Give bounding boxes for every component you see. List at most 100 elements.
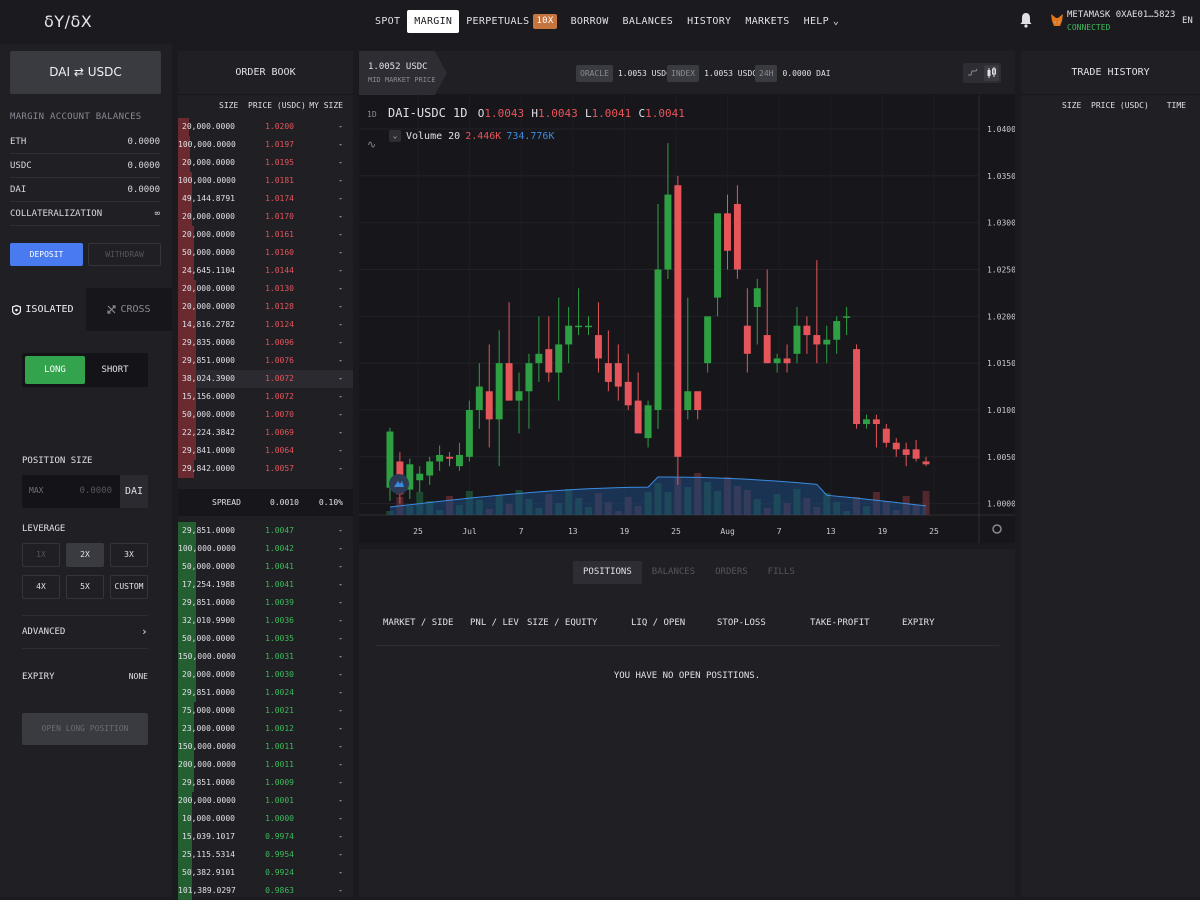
bid-row[interactable]: 15,039.1017 0.9974 - xyxy=(178,828,353,846)
indicator-icon[interactable]: ∿ xyxy=(367,138,376,151)
nav-borrow[interactable]: BORROW xyxy=(564,10,616,33)
order-price: 1.0070 xyxy=(265,410,294,419)
ask-row[interactable]: 38,024.3900 1.0072 - xyxy=(178,370,353,388)
nav-markets[interactable]: MARKETS xyxy=(738,10,796,33)
order-price: 1.0030 xyxy=(265,670,294,679)
leverage-4x-button[interactable]: 4X xyxy=(22,575,60,599)
order-size: 50,000.0000 xyxy=(182,634,235,643)
bid-row[interactable]: 150,000.0000 1.0011 - xyxy=(178,738,353,756)
bid-row[interactable]: 25,115.5314 0.9954 - xyxy=(178,846,353,864)
ask-row[interactable]: 20,000.0000 1.0195 - xyxy=(178,154,353,172)
bid-row[interactable]: 100,000.0000 1.0042 - xyxy=(178,540,353,558)
chevron-down-icon[interactable]: ⌄ xyxy=(389,130,401,142)
tab-isolated[interactable]: ISOLATED xyxy=(0,288,86,331)
leverage-2x-button[interactable]: 2X xyxy=(66,543,104,567)
bell-icon[interactable] xyxy=(1019,12,1033,28)
language-selector[interactable]: EN xyxy=(1182,16,1193,26)
nav-history[interactable]: HISTORY xyxy=(680,10,738,33)
ask-row[interactable]: 49,144.8791 1.0174 - xyxy=(178,190,353,208)
ask-row[interactable]: 29,841.0000 1.0064 - xyxy=(178,442,353,460)
tab-cross[interactable]: CROSS xyxy=(86,288,172,331)
bid-row[interactable]: 75,000.0000 1.0021 - xyxy=(178,702,353,720)
ask-row[interactable]: 24,645.1104 1.0144 - xyxy=(178,262,353,280)
bid-row[interactable]: 50,000.0000 1.0035 - xyxy=(178,630,353,648)
tab-orders[interactable]: ORDERS xyxy=(705,561,758,584)
bid-row[interactable]: 50,000.0000 1.0041 - xyxy=(178,558,353,576)
ask-row[interactable]: 29,842.0000 1.0057 - xyxy=(178,460,353,478)
withdraw-button[interactable]: WITHDRAW xyxy=(88,243,161,266)
bid-row[interactable]: 101,389.0297 0.9863 - xyxy=(178,882,353,900)
bid-row[interactable]: 29,851.0000 1.0024 - xyxy=(178,684,353,702)
line-chart-icon[interactable] xyxy=(967,67,979,79)
logo[interactable]: δY/δX xyxy=(44,12,92,31)
positions-tabs: POSITIONS BALANCES ORDERS FILLS xyxy=(573,561,805,584)
open-position-button[interactable]: OPEN LONG POSITION xyxy=(22,713,148,745)
my-size: - xyxy=(338,212,343,221)
ask-row[interactable]: 20,000.0000 1.0200 - xyxy=(178,118,353,136)
position-size-input[interactable]: MAX 0.0000 DAI xyxy=(22,475,148,508)
order-price: 1.0042 xyxy=(265,544,294,553)
order-size: 29,835.0000 xyxy=(182,338,235,347)
bid-row[interactable]: 29,851.0000 1.0009 - xyxy=(178,774,353,792)
tradingview-logo-icon[interactable] xyxy=(389,474,409,494)
order-price: 1.0011 xyxy=(265,742,294,751)
short-button[interactable]: SHORT xyxy=(85,356,145,384)
tab-fills[interactable]: FILLS xyxy=(758,561,805,584)
advanced-toggle[interactable]: ADVANCED xyxy=(22,627,65,637)
timeframe-label[interactable]: 1D xyxy=(367,110,377,119)
order-price: 1.0021 xyxy=(265,706,294,715)
ask-row[interactable]: 15,156.0000 1.0072 - xyxy=(178,388,353,406)
chevron-right-icon[interactable]: › xyxy=(141,625,148,638)
candles-icon[interactable] xyxy=(984,65,999,81)
price-chart[interactable]: 1.0400 1.0350 1.0300 1.0250 1.0200 1.0150 1.01… xyxy=(359,95,1015,543)
max-button[interactable]: MAX xyxy=(29,486,43,495)
nav-spot[interactable]: SPOT xyxy=(368,10,407,33)
ask-row[interactable]: 22,224.3842 1.0069 - xyxy=(178,424,353,442)
ask-row[interactable]: 100,000.0000 1.0181 - xyxy=(178,172,353,190)
bid-row[interactable]: 20,000.0000 1.0030 - xyxy=(178,666,353,684)
candle-body xyxy=(733,203,741,270)
bid-row[interactable]: 10,000.0000 1.0000 - xyxy=(178,810,353,828)
order-price: 1.0161 xyxy=(265,230,294,239)
bid-row[interactable]: 29,851.0000 1.0047 - xyxy=(178,522,353,540)
ask-row[interactable]: 20,000.0000 1.0130 - xyxy=(178,280,353,298)
market-selector-button[interactable]: DAI ⇄ USDC xyxy=(10,51,161,94)
my-size: - xyxy=(338,526,343,535)
leverage-5x-button[interactable]: 5X xyxy=(66,575,104,599)
leverage-3x-button[interactable]: 3X xyxy=(110,543,148,567)
bid-row[interactable]: 23,000.0000 1.0012 - xyxy=(178,720,353,738)
ask-row[interactable]: 20,000.0000 1.0170 - xyxy=(178,208,353,226)
ask-row[interactable]: 20,000.0000 1.0128 - xyxy=(178,298,353,316)
bid-row[interactable]: 50,382.9101 0.9924 - xyxy=(178,864,353,882)
nav-help[interactable]: HELP ⌄ xyxy=(797,10,847,33)
tab-positions[interactable]: POSITIONS xyxy=(573,561,642,584)
bid-row[interactable]: 17,254.1988 1.0041 - xyxy=(178,576,353,594)
bid-row[interactable]: 32,010.9900 1.0036 - xyxy=(178,612,353,630)
my-size: - xyxy=(338,814,343,823)
order-price: 1.0069 xyxy=(265,428,294,437)
candlestick-chart[interactable]: 1.0400 1.0350 1.0300 1.0250 1.0200 1.0150 1.01… xyxy=(359,95,1015,543)
bid-row[interactable]: 200,000.0000 1.0001 - xyxy=(178,792,353,810)
nav-balances[interactable]: BALANCES xyxy=(616,10,681,33)
long-button[interactable]: LONG xyxy=(25,356,85,384)
ask-row[interactable]: 29,851.0000 1.0076 - xyxy=(178,352,353,370)
bid-row[interactable]: 29,851.0000 1.0039 - xyxy=(178,594,353,612)
ask-row[interactable]: 100,000.0000 1.0197 - xyxy=(178,136,353,154)
nav-perpetuals[interactable]: PERPETUALS 10X xyxy=(459,10,563,33)
ask-row[interactable]: 50,000.0000 1.0070 - xyxy=(178,406,353,424)
expiry-value[interactable]: NONE xyxy=(129,672,148,681)
ask-row[interactable]: 20,000.0000 1.0161 - xyxy=(178,226,353,244)
deposit-button[interactable]: DEPOSIT xyxy=(10,243,83,266)
bid-row[interactable]: 200,000.0000 1.0011 - xyxy=(178,756,353,774)
order-size: 14,816.2782 xyxy=(182,320,235,329)
ask-row[interactable]: 29,835.0000 1.0096 - xyxy=(178,334,353,352)
leverage-1x-button[interactable]: 1X xyxy=(22,543,60,567)
bid-row[interactable]: 150,000.0000 1.0031 - xyxy=(178,648,353,666)
tab-balances[interactable]: BALANCES xyxy=(642,561,705,584)
settings-gear-icon[interactable] xyxy=(992,524,1002,534)
leverage-custom-button[interactable]: CUSTOM xyxy=(110,575,148,599)
ask-row[interactable]: 50,000.0000 1.0160 - xyxy=(178,244,353,262)
nav-margin[interactable]: MARGIN xyxy=(407,10,460,33)
candle-body xyxy=(604,363,612,382)
ask-row[interactable]: 14,816.2782 1.0124 - xyxy=(178,316,353,334)
